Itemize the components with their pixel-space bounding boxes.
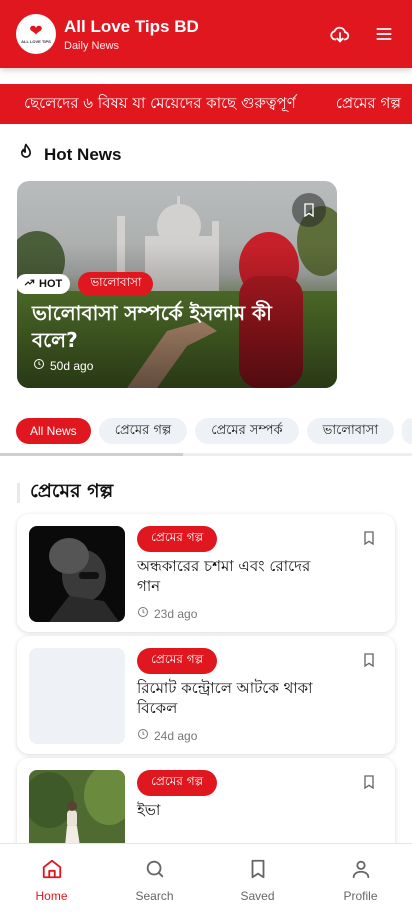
chip-category[interactable]: প্রেমের গল্প — [98, 418, 188, 444]
bookmark-icon[interactable] — [361, 774, 377, 795]
news-meta: 24d ago — [137, 728, 197, 743]
scrollbar-thumb[interactable] — [0, 453, 183, 456]
home-icon — [41, 858, 63, 883]
app-subtitle: Daily News — [64, 39, 120, 52]
app-header: ❤ ALL LOVE TIPS All Love Tips BD Daily N… — [0, 0, 412, 68]
app-title: All Love Tips BD — [64, 16, 199, 36]
news-title[interactable]: অন্ধকারের চশমা এবং রোদের গান — [137, 556, 337, 596]
news-card[interactable]: প্রেমের গল্প রিমোট কন্ট্রোলে আটকে থাকা ব… — [17, 636, 395, 754]
chip-category[interactable]: ভালোবাসা — [306, 418, 395, 444]
news-card[interactable]: প্রেমের গল্প অন্ধকারের চশমা এবং রোদের গা… — [17, 514, 395, 632]
ticker-item[interactable]: প্রেমের গল্প — [336, 92, 412, 117]
news-meta: 23d ago — [137, 606, 197, 621]
bookmark-button[interactable] — [292, 193, 326, 227]
clock-icon — [137, 728, 149, 743]
cloud-download-icon[interactable] — [328, 22, 352, 46]
nav-label: Home — [35, 889, 68, 903]
hero-time: 50d ago — [50, 358, 94, 373]
section-title: Hot News — [44, 144, 122, 164]
search-icon — [144, 858, 166, 883]
clock-icon — [33, 358, 45, 373]
news-thumbnail — [29, 526, 125, 622]
news-title[interactable]: ইভা — [137, 800, 337, 820]
bookmark-icon[interactable] — [361, 652, 377, 673]
nav-saved[interactable]: Saved — [206, 844, 309, 915]
chip-category[interactable]: প্রেমের সম্পর্ক — [195, 418, 299, 444]
news-time: 23d ago — [154, 606, 198, 621]
header-actions — [328, 22, 396, 46]
category-tag[interactable]: প্রেমের গল্প — [137, 770, 218, 796]
flame-icon — [16, 142, 36, 167]
category-chips: All News প্রেমের গল্প প্রেমের সম্পর্ক ভা… — [16, 418, 412, 444]
nav-label: Profile — [343, 889, 378, 903]
bottom-navigation: Home Search Saved Profile — [0, 843, 412, 915]
clock-icon — [137, 606, 149, 621]
hero-tags: HOT ভালোবাসা — [16, 272, 154, 296]
user-icon — [350, 858, 372, 883]
heart-icon: ❤ — [29, 22, 43, 40]
breaking-ticker[interactable]: ছেলেদের ৬ বিষয় যা মেয়েদের কাছে গুরুত্ব… — [0, 84, 412, 124]
chip-all-news[interactable]: All News — [16, 418, 91, 444]
section-accent-bar — [17, 483, 20, 503]
menu-icon[interactable] — [372, 22, 396, 46]
nav-label: Search — [135, 889, 174, 903]
chip-category[interactable] — [402, 418, 412, 444]
news-time: 24d ago — [154, 728, 198, 743]
hot-news-header: Hot News — [16, 142, 121, 167]
category-tag[interactable]: প্রেমের গল্প — [137, 648, 218, 674]
bookmark-icon[interactable] — [361, 530, 377, 551]
news-thumbnail — [29, 648, 125, 744]
hero-category-tag[interactable]: ভালোবাসা — [78, 272, 154, 296]
nav-label: Saved — [240, 889, 275, 903]
trending-icon — [24, 277, 35, 291]
section-title: প্রেমের গল্প — [30, 480, 114, 502]
nav-home[interactable]: Home — [0, 844, 103, 915]
brand: All Love Tips BD Daily News — [64, 17, 199, 52]
logo-text: ALL LOVE TIPS — [21, 38, 51, 44]
chips-scrollbar[interactable] — [0, 453, 412, 456]
app-logo[interactable]: ❤ ALL LOVE TIPS — [16, 14, 56, 54]
news-title[interactable]: রিমোট কন্ট্রোলে আটকে থাকা বিকেল — [137, 678, 337, 718]
bookmark-icon — [247, 858, 269, 883]
hero-meta: 50d ago — [33, 358, 93, 373]
category-tag[interactable]: প্রেমের গল্প — [137, 526, 218, 552]
hot-badge-label: HOT — [39, 278, 63, 290]
hot-badge: HOT — [16, 274, 71, 294]
hero-title[interactable]: ভালোবাসা সম্পর্কে ইসলাম কী বলে? — [32, 300, 322, 354]
ticker-item[interactable]: ছেলেদের ৬ বিষয় যা মেয়েদের কাছে গুরুত্ব… — [0, 92, 336, 117]
love-stories-header: প্রেমের গল্প — [17, 477, 113, 509]
nav-profile[interactable]: Profile — [309, 844, 412, 915]
nav-search[interactable]: Search — [103, 844, 206, 915]
